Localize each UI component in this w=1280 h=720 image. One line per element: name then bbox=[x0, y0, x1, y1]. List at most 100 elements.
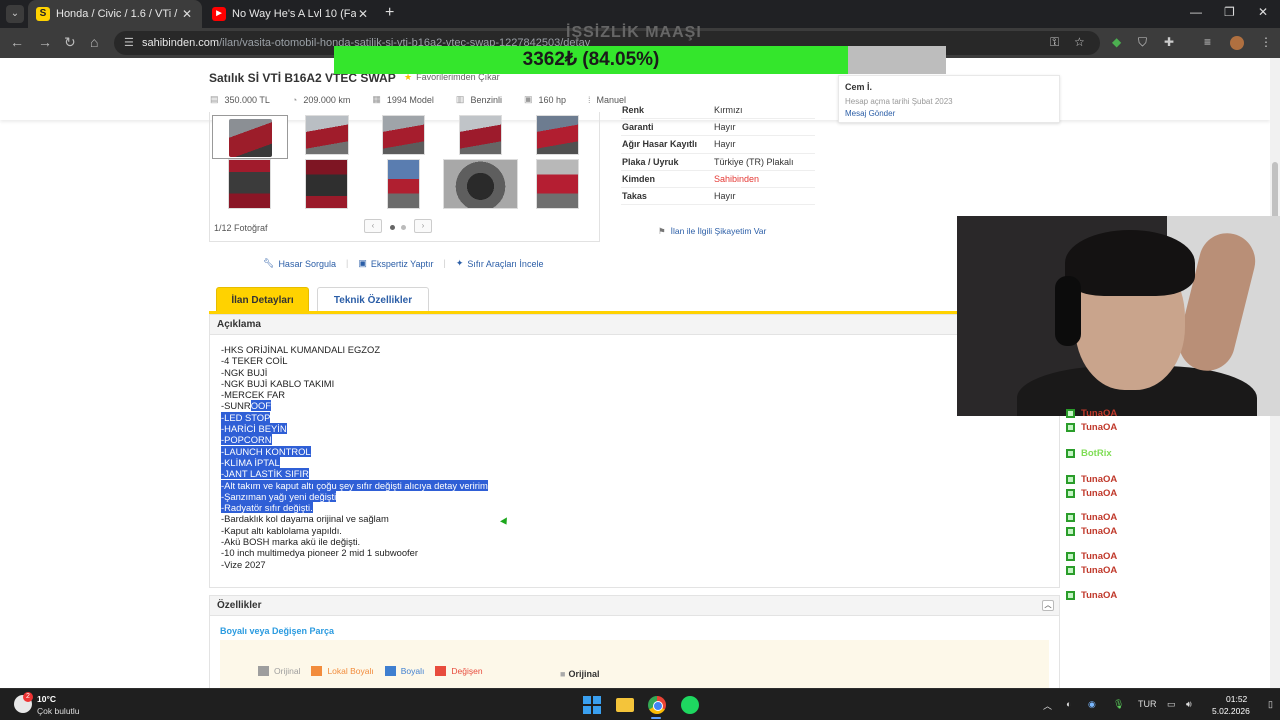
description-line: -Bardaklık kol dayama orijinal ve sağlam bbox=[221, 513, 488, 524]
menu-kebab-icon[interactable]: ⋮ bbox=[1260, 35, 1272, 49]
minimize-icon[interactable]: — bbox=[1190, 5, 1202, 19]
tab-listing-details[interactable]: İlan Detayları bbox=[216, 287, 309, 312]
browser-tab-active[interactable]: S Honda / Civic / 1.6 / VTi / Satılık ✕ bbox=[28, 0, 202, 28]
legend-swatch bbox=[435, 666, 447, 676]
painted-parts-link[interactable]: Boyalı veya Değişen Parça bbox=[220, 626, 334, 636]
photo-thumbnail[interactable] bbox=[387, 159, 420, 209]
headset-icon bbox=[1055, 276, 1081, 346]
site-info-icon[interactable]: ☰ bbox=[124, 31, 134, 55]
close-tab-icon[interactable]: ✕ bbox=[180, 7, 194, 21]
photo-thumbnail[interactable] bbox=[305, 115, 349, 155]
file-explorer-icon[interactable] bbox=[616, 698, 634, 712]
weather-badge: 2 bbox=[23, 692, 33, 702]
info-row: Ağır Hasar Kayıtlı Hayır bbox=[621, 136, 815, 154]
windows-taskbar: 2 10°C Çok bulutlu ︿ ◐ ◉ 🎙︎ TUR ▭ 🔊︎ 01:… bbox=[0, 688, 1280, 720]
description-text-plain: -MERCEK FAR bbox=[221, 389, 286, 401]
microphone-icon[interactable]: 🎙︎ bbox=[1113, 699, 1124, 710]
expertise-link[interactable]: ▣ Ekspertiz Yaptır bbox=[358, 258, 433, 269]
info-value: Sahibinden bbox=[714, 173, 760, 184]
description-text-selected: OOF bbox=[250, 400, 271, 412]
description-text-plain: -10 inch multimedya pioneer 2 mid 1 subw… bbox=[221, 547, 418, 559]
weather-temperature[interactable]: 10°C bbox=[37, 694, 56, 704]
sahibinden-favicon-icon: S bbox=[36, 7, 50, 21]
action-label: Hasar Sorgula bbox=[278, 258, 336, 269]
bullet-icon: ■ bbox=[560, 669, 566, 679]
report-listing-link[interactable]: ⚑ İlan ile İlgili Şikayetim Var bbox=[658, 226, 766, 237]
info-value: Hayır bbox=[714, 122, 736, 132]
notification-icon[interactable]: ▯ bbox=[1268, 699, 1273, 710]
legend-label: Boyalı bbox=[400, 666, 425, 676]
chat-badge-icon bbox=[1066, 527, 1075, 537]
reload-icon[interactable]: ↻ bbox=[64, 34, 76, 51]
next-photo-button[interactable]: › bbox=[414, 219, 432, 233]
divider: | bbox=[345, 258, 349, 268]
photo-thumbnail[interactable] bbox=[443, 159, 518, 209]
description-text-selected: -POPCORN bbox=[221, 434, 272, 446]
pager-dot[interactable] bbox=[401, 225, 406, 230]
browser-tab[interactable]: ▶ No Way He's A Lvl 10 (Faceit G ✕ bbox=[204, 0, 378, 28]
collapse-icon[interactable]: ︿ bbox=[1042, 600, 1054, 611]
photo-thumbnail[interactable] bbox=[212, 115, 288, 159]
tab-search-button[interactable]: ⌄ bbox=[6, 5, 24, 23]
tray-overflow-icon[interactable]: ︿ bbox=[1043, 699, 1052, 712]
chat-badge-icon bbox=[1066, 591, 1075, 601]
photo-thumbnail[interactable] bbox=[305, 159, 348, 209]
close-window-icon[interactable]: ✕ bbox=[1258, 5, 1268, 19]
tab-title: Honda / Civic / 1.6 / VTi / Satılık bbox=[56, 8, 180, 20]
close-tab-icon[interactable]: ✕ bbox=[356, 7, 370, 21]
photo-thumbnail[interactable] bbox=[459, 115, 502, 155]
volume-icon[interactable]: 🔊︎ bbox=[1186, 699, 1192, 710]
steam-tray-icon[interactable]: ◉ bbox=[1088, 699, 1096, 710]
extensions-puzzle-icon[interactable]: ✚ bbox=[1164, 35, 1174, 49]
weather-description[interactable]: Çok bulutlu bbox=[37, 706, 80, 716]
weather-cloud-icon[interactable]: 2 bbox=[14, 692, 33, 713]
restore-icon[interactable]: ❐ bbox=[1224, 5, 1235, 19]
overlay-progress-text: 3362₺ (84.05%) bbox=[522, 49, 660, 70]
seller-since: Hesap açma tarihi Şubat 2023 bbox=[845, 97, 953, 106]
tray-app-icon[interactable]: ◐ bbox=[1066, 699, 1071, 709]
chat-badge-icon bbox=[1066, 449, 1075, 459]
description-text: -HKS ORİJİNAL KUMANDALI EGZOZ -4 TEKER CO… bbox=[221, 344, 488, 570]
spec-fuel: ▥ Benzinli bbox=[456, 94, 502, 105]
chat-badge-icon bbox=[1066, 489, 1075, 499]
chat-message: TunaOA bbox=[1066, 565, 1121, 576]
network-icon[interactable]: ▭ bbox=[1167, 699, 1176, 710]
back-icon[interactable]: ← bbox=[10, 34, 24, 50]
chrome-icon[interactable] bbox=[648, 696, 666, 714]
language-indicator[interactable]: TUR bbox=[1138, 699, 1157, 709]
photo-thumbnail[interactable] bbox=[228, 159, 271, 209]
bookmark-star-icon[interactable]: ☆ bbox=[1074, 35, 1085, 49]
chat-message: TunaOA bbox=[1066, 526, 1121, 537]
new-tab-icon[interactable]: + bbox=[385, 4, 394, 22]
media-controls-icon[interactable]: ≡ bbox=[1204, 35, 1211, 49]
photo-thumbnail[interactable] bbox=[536, 115, 579, 155]
divider: | bbox=[443, 258, 446, 268]
forward-icon[interactable]: → bbox=[38, 34, 52, 50]
description-text-selected: -KLİMA İPTAL bbox=[221, 456, 280, 468]
password-key-icon[interactable]: ⚿ bbox=[1050, 35, 1059, 50]
action-label: Ekspertiz Yaptır bbox=[370, 258, 434, 269]
spec-km: ◔ 209.000 km bbox=[292, 94, 350, 105]
windows-start-icon[interactable] bbox=[583, 696, 601, 714]
send-message-link[interactable]: Mesaj Gönder bbox=[845, 109, 1053, 118]
spotify-icon[interactable] bbox=[681, 696, 699, 714]
clock-time[interactable]: 01:52 bbox=[1226, 694, 1247, 704]
photo-gallery: 1/12 Fotoğraf ‹ › bbox=[209, 112, 600, 242]
chat-username: BotRix bbox=[1081, 448, 1112, 459]
damage-query-link[interactable]: 🔧︎ Hasar Sorgula bbox=[263, 258, 336, 269]
tab-technical-specs[interactable]: Teknik Özellikler bbox=[317, 287, 429, 312]
shield-extension-icon[interactable]: ⛉ bbox=[1138, 35, 1147, 50]
prev-photo-button[interactable]: ‹ bbox=[364, 219, 382, 233]
profile-avatar[interactable] bbox=[1230, 36, 1244, 50]
photo-thumbnail[interactable] bbox=[382, 115, 425, 155]
description-text-plain: -Vize 2027 bbox=[221, 558, 266, 570]
description-text-plain: -SUNR bbox=[221, 400, 251, 412]
clock-date[interactable]: 5.02.2026 bbox=[1212, 706, 1250, 716]
pager-dot-active[interactable] bbox=[390, 225, 395, 230]
gearbox-icon: ⁞ bbox=[588, 94, 591, 105]
extension-icon[interactable]: ◆ bbox=[1112, 35, 1121, 49]
photo-thumbnail[interactable] bbox=[536, 159, 579, 209]
seller-name: Cem İ. bbox=[845, 82, 873, 92]
home-icon[interactable]: ⌂ bbox=[90, 34, 98, 50]
new-cars-link[interactable]: ✦ Sıfır Araçları İncele bbox=[456, 258, 544, 269]
